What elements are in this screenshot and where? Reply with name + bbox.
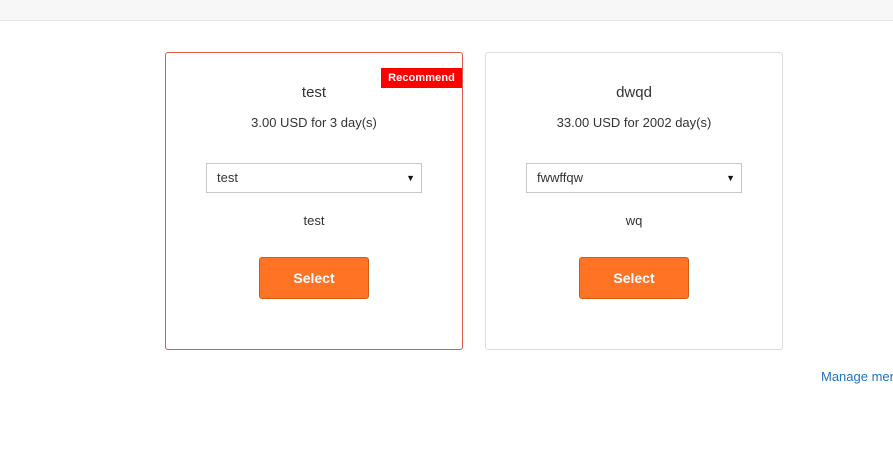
caret-down-icon: ▼ <box>726 173 735 183</box>
plan-option-select[interactable]: fwwffqw ▼ <box>526 163 742 193</box>
plan-card-test: Recommend test 3.00 USD for 3 day(s) tes… <box>165 52 463 350</box>
plan-option-select[interactable]: test ▼ <box>206 163 422 193</box>
plan-description: wq <box>625 213 643 228</box>
manage-link[interactable]: Manage mer <box>821 369 893 384</box>
plan-card-dwqd: dwqd 33.00 USD for 2002 day(s) fwwffqw ▼… <box>485 52 783 350</box>
select-value: fwwffqw <box>537 170 583 185</box>
caret-down-icon: ▼ <box>406 173 415 183</box>
plan-price: 3.00 USD for 3 day(s) <box>251 115 377 130</box>
select-button[interactable]: Select <box>259 257 369 299</box>
plan-price: 33.00 USD for 2002 day(s) <box>556 115 712 130</box>
plan-description: test <box>303 213 325 228</box>
page: Recommend test 3.00 USD for 3 day(s) tes… <box>0 0 893 450</box>
select-value: test <box>217 170 238 185</box>
top-bar <box>0 0 893 21</box>
plan-name: dwqd <box>616 84 652 101</box>
select-button[interactable]: Select <box>579 257 689 299</box>
plan-name: test <box>301 84 327 101</box>
